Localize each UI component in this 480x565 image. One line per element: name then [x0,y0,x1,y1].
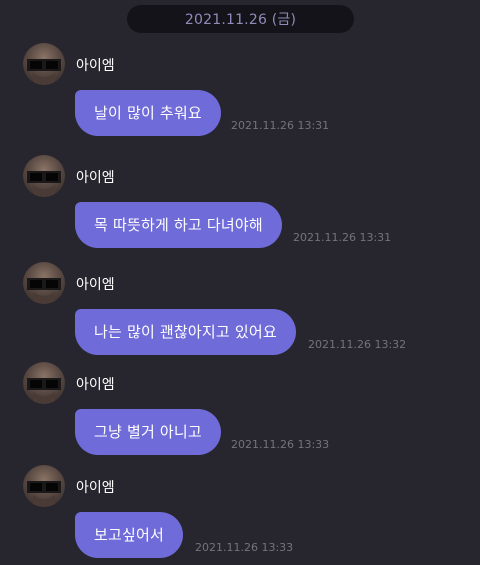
message-group: 아이엠 목 따뜻하게 하고 다녀야해 2021.11.26 13:31 [0,155,480,255]
profile-photo-icon [27,278,61,304]
sender-name: 아이엠 [76,277,115,293]
sender-name: 아이엠 [76,480,115,496]
message-timestamp: 2021.11.26 13:32 [308,338,407,351]
profile-photo-icon [27,59,61,85]
avatar[interactable] [23,43,65,85]
message-bubble[interactable]: 목 따뜻하게 하고 다녀야해 [75,202,282,248]
message-timestamp: 2021.11.26 13:33 [195,541,294,554]
sender-name: 아이엠 [76,170,115,186]
message-timestamp: 2021.11.26 13:31 [293,231,392,244]
date-divider: 2021.11.26 (금) [127,5,354,33]
avatar[interactable] [23,155,65,197]
avatar[interactable] [23,262,65,304]
avatar[interactable] [23,465,65,507]
message-group: 아이엠 나는 많이 괜찮아지고 있어요 2021.11.26 13:32 [0,262,480,362]
message-group: 아이엠 보고싶어서 2021.11.26 13:33 [0,465,480,565]
message-bubble[interactable]: 나는 많이 괜찮아지고 있어요 [75,309,296,355]
message-timestamp: 2021.11.26 13:31 [231,119,330,132]
profile-photo-icon [27,378,61,404]
message-timestamp: 2021.11.26 13:33 [231,438,330,451]
message-bubble[interactable]: 날이 많이 추워요 [75,90,221,136]
avatar[interactable] [23,362,65,404]
message-group: 아이엠 그냥 별거 아니고 2021.11.26 13:33 [0,362,480,462]
message-bubble[interactable]: 보고싶어서 [75,512,184,558]
message-group: 아이엠 날이 많이 추워요 2021.11.26 13:31 [0,43,480,143]
message-bubble[interactable]: 그냥 별거 아니고 [75,409,221,455]
sender-name: 아이엠 [76,58,115,74]
profile-photo-icon [27,481,61,507]
profile-photo-icon [27,171,61,197]
sender-name: 아이엠 [76,377,115,393]
